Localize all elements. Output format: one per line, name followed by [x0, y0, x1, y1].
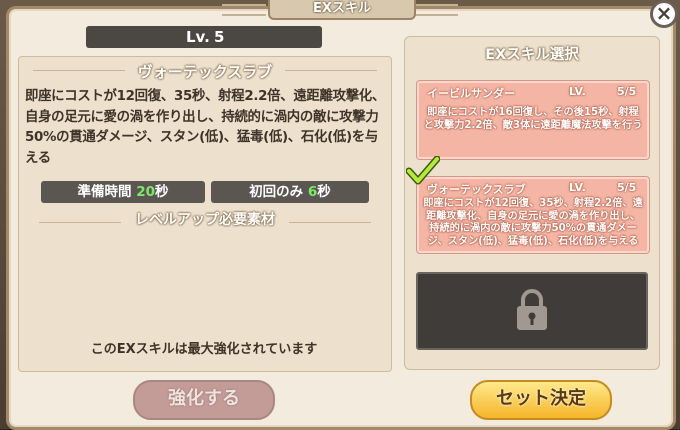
close-button[interactable]: ×	[650, 0, 678, 28]
prep-time-value: 20	[136, 184, 155, 200]
ex-select-title: EXスキル選択	[485, 47, 579, 63]
card-description: 即座にコストが16回復し、その後15秒、射程と攻撃力2.2倍、敵3体に遠距離魔法…	[423, 107, 643, 131]
prep-time-unit: 秒	[155, 184, 169, 200]
lock-icon	[517, 289, 547, 330]
card-skill-name: ヴォーテックスラブ	[427, 183, 526, 196]
prep-time-label: 準備時間	[77, 184, 132, 200]
card-level-label: LV.	[569, 85, 586, 98]
title-ornament-left	[222, 4, 266, 16]
card-level-value: 5/5	[617, 85, 637, 98]
card-description: 即座にコストが12回復、35秒、射程2.2倍、遠距離攻撃化、自身の足元に愛の渦を…	[423, 198, 643, 247]
card-level-label: LV.	[569, 181, 586, 194]
level-label: Lv.	[186, 28, 210, 46]
first-time-unit: 秒	[317, 184, 331, 200]
title-ornament-right	[414, 4, 458, 16]
confirm-set-button[interactable]: セット決定	[470, 380, 612, 420]
ex-skill-card[interactable]: イービルサンダー LV. 5/5 即座にコストが16回復し、その後15秒、射程と…	[417, 81, 649, 159]
skill-name: ヴォーテックスラブ	[137, 63, 273, 81]
dialog-title: EXスキル	[268, 0, 416, 20]
card-skill-name: イービルサンダー	[427, 87, 515, 100]
first-time-label: 初回のみ	[249, 184, 304, 200]
prep-time-badge: 準備時間 20秒	[41, 181, 205, 203]
first-time-value: 6	[307, 184, 318, 200]
materials-heading: レベルアップ必要素材	[135, 212, 275, 228]
level-value: 5	[214, 28, 225, 46]
skill-name-band: ヴォーテックスラブ	[19, 61, 391, 81]
skill-detail-panel: ヴォーテックスラブ 即座にコストが12回復、35秒、射程2.2倍、遠距離攻撃化、…	[18, 56, 392, 372]
card-level-value: 5/5	[617, 181, 637, 194]
first-time-badge: 初回のみ 6秒	[211, 181, 369, 203]
locked-skill-slot	[416, 272, 648, 350]
level-bar: Lv. 5	[86, 26, 322, 48]
close-icon: ×	[655, 1, 673, 25]
ex-skill-card-selected[interactable]: ヴォーテックスラブ LV. 5/5 即座にコストが12回復、35秒、射程2.2倍…	[417, 177, 649, 253]
enhance-button[interactable]: 強化する	[133, 380, 275, 420]
max-level-note: このEXスキルは最大強化されています	[90, 342, 318, 357]
skill-description: 即座にコストが12回復、35秒、射程2.2倍、遠距離攻撃化、自身の足元に愛の渦を…	[25, 89, 385, 166]
checkmark-icon	[406, 156, 440, 185]
